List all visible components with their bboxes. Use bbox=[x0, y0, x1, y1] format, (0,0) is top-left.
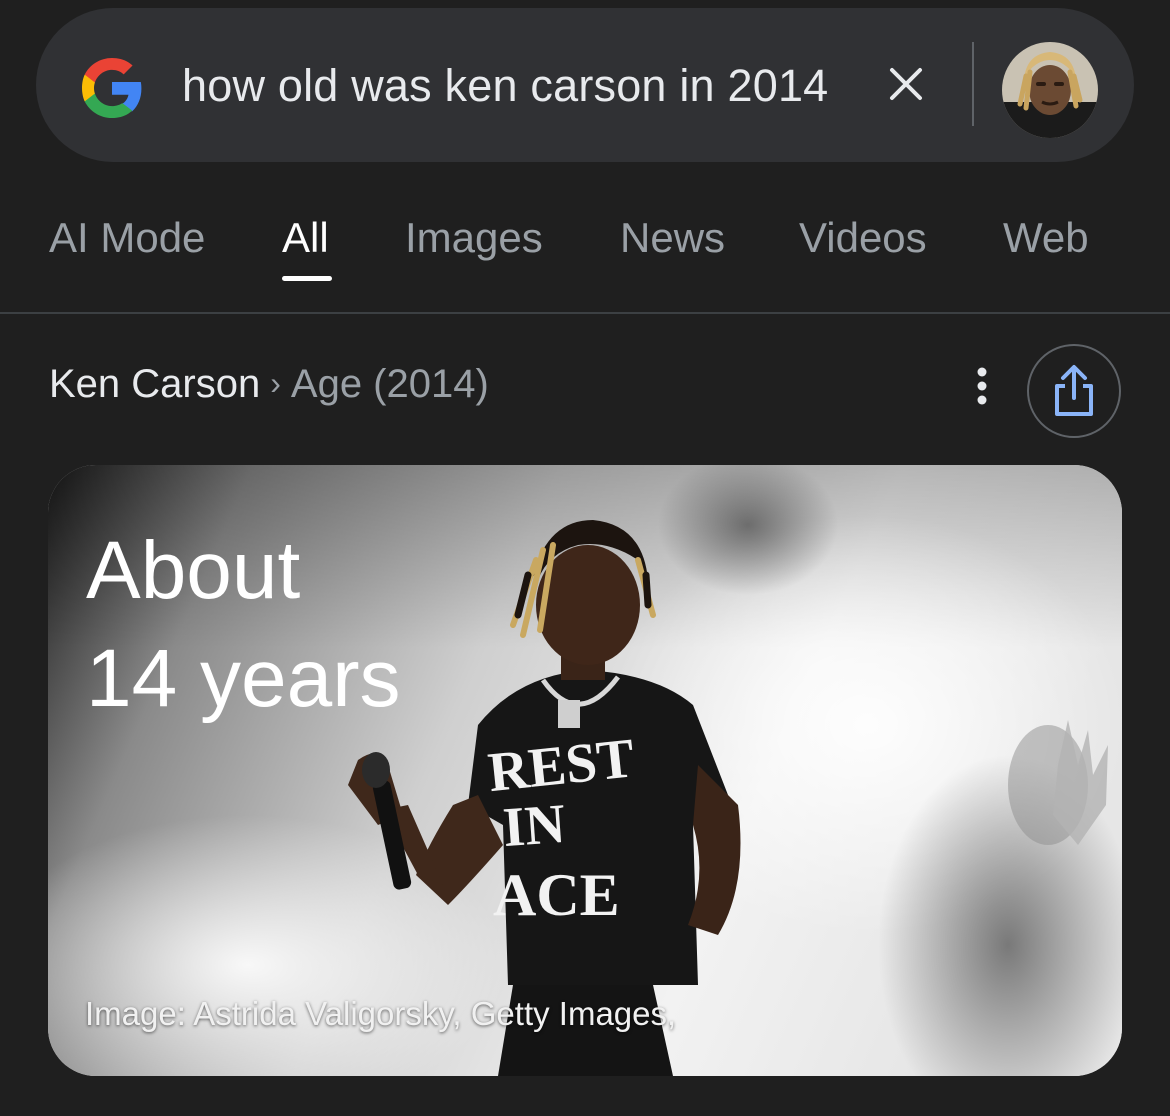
tab-videos[interactable]: Videos bbox=[799, 214, 927, 262]
answer-text: About 14 years bbox=[86, 517, 401, 733]
answer-line-1: About bbox=[86, 525, 301, 616]
search-tabs: AI Mode All Images News Videos Web bbox=[0, 206, 1170, 312]
search-input[interactable]: how old was ken carson in 2014 bbox=[182, 60, 828, 112]
search-bar-divider bbox=[972, 42, 974, 126]
shirt-text-line3: ACE bbox=[493, 862, 620, 928]
search-bar[interactable]: how old was ken carson in 2014 bbox=[36, 8, 1134, 162]
tab-news[interactable]: News bbox=[620, 214, 725, 262]
tab-all[interactable]: All bbox=[282, 214, 329, 262]
google-g-icon[interactable] bbox=[76, 52, 148, 124]
breadcrumb-entity[interactable]: Ken Carson bbox=[49, 362, 260, 406]
tabs-divider bbox=[0, 312, 1170, 314]
share-button[interactable] bbox=[1027, 344, 1121, 438]
active-tab-indicator bbox=[282, 276, 332, 281]
breadcrumb-separator: › bbox=[270, 365, 281, 401]
close-icon[interactable] bbox=[882, 60, 930, 108]
tab-ai-mode[interactable]: AI Mode bbox=[49, 214, 205, 262]
shirt-text-line2: IN bbox=[501, 793, 567, 859]
share-icon bbox=[1055, 365, 1093, 416]
answer-line-2: 14 years bbox=[86, 633, 401, 724]
more-vert-icon[interactable] bbox=[960, 364, 1004, 408]
avatar[interactable] bbox=[1002, 42, 1098, 138]
answer-card[interactable]: REST IN ACE About 14 years Image: Astrid… bbox=[48, 465, 1122, 1076]
breadcrumb: Ken Carson › Age (2014) bbox=[49, 362, 489, 407]
tab-web[interactable]: Web bbox=[1003, 214, 1089, 262]
google-search-page: how old was ken carson in 2014 AI Mode A… bbox=[0, 0, 1170, 1116]
breadcrumb-attribute: Age (2014) bbox=[290, 362, 489, 406]
image-credit: Image: Astrida Valigorsky, Getty Images, bbox=[85, 995, 677, 1032]
tab-images[interactable]: Images bbox=[405, 214, 543, 262]
avatar-image bbox=[1002, 42, 1098, 138]
